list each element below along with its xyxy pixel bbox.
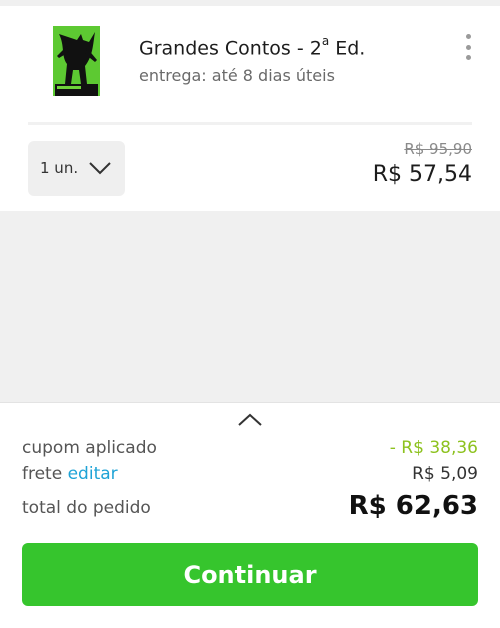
chevron-up-icon[interactable] [237, 413, 263, 427]
quantity-value: 1 un. [40, 159, 79, 177]
book-cover-icon [53, 26, 100, 96]
coupon-value: - R$ 38,36 [389, 438, 478, 458]
order-summary-panel: cupom aplicado - R$ 38,36 frete editar R… [0, 402, 500, 628]
current-price: R$ 57,54 [372, 162, 472, 187]
total-value: R$ 62,63 [348, 491, 478, 521]
edit-shipping-link[interactable]: editar [68, 464, 118, 484]
shipping-row: frete editar [22, 464, 118, 484]
cart-item-card: Grandes Contos - 2a Ed. entrega: até 8 d… [0, 6, 500, 211]
coupon-label: cupom aplicado [22, 438, 157, 458]
shipping-value: R$ 5,09 [412, 464, 478, 484]
chevron-down-icon [89, 162, 111, 175]
product-title-suffix: Ed. [329, 37, 366, 60]
product-title-main: Grandes Contos - 2 [139, 37, 322, 60]
original-price: R$ 95,90 [404, 140, 472, 158]
quantity-select[interactable]: 1 un. [28, 141, 125, 196]
shipping-label: frete [22, 464, 63, 484]
product-title: Grandes Contos - 2a Ed. [139, 34, 366, 60]
total-label: total do pedido [22, 498, 151, 518]
continue-button[interactable]: Continuar [22, 543, 478, 606]
book-cover-image[interactable] [53, 26, 100, 96]
divider [28, 122, 472, 125]
more-options-icon[interactable] [460, 34, 476, 60]
edition-superscript: a [321, 34, 330, 48]
delivery-estimate: entrega: até 8 dias úteis [139, 66, 335, 85]
